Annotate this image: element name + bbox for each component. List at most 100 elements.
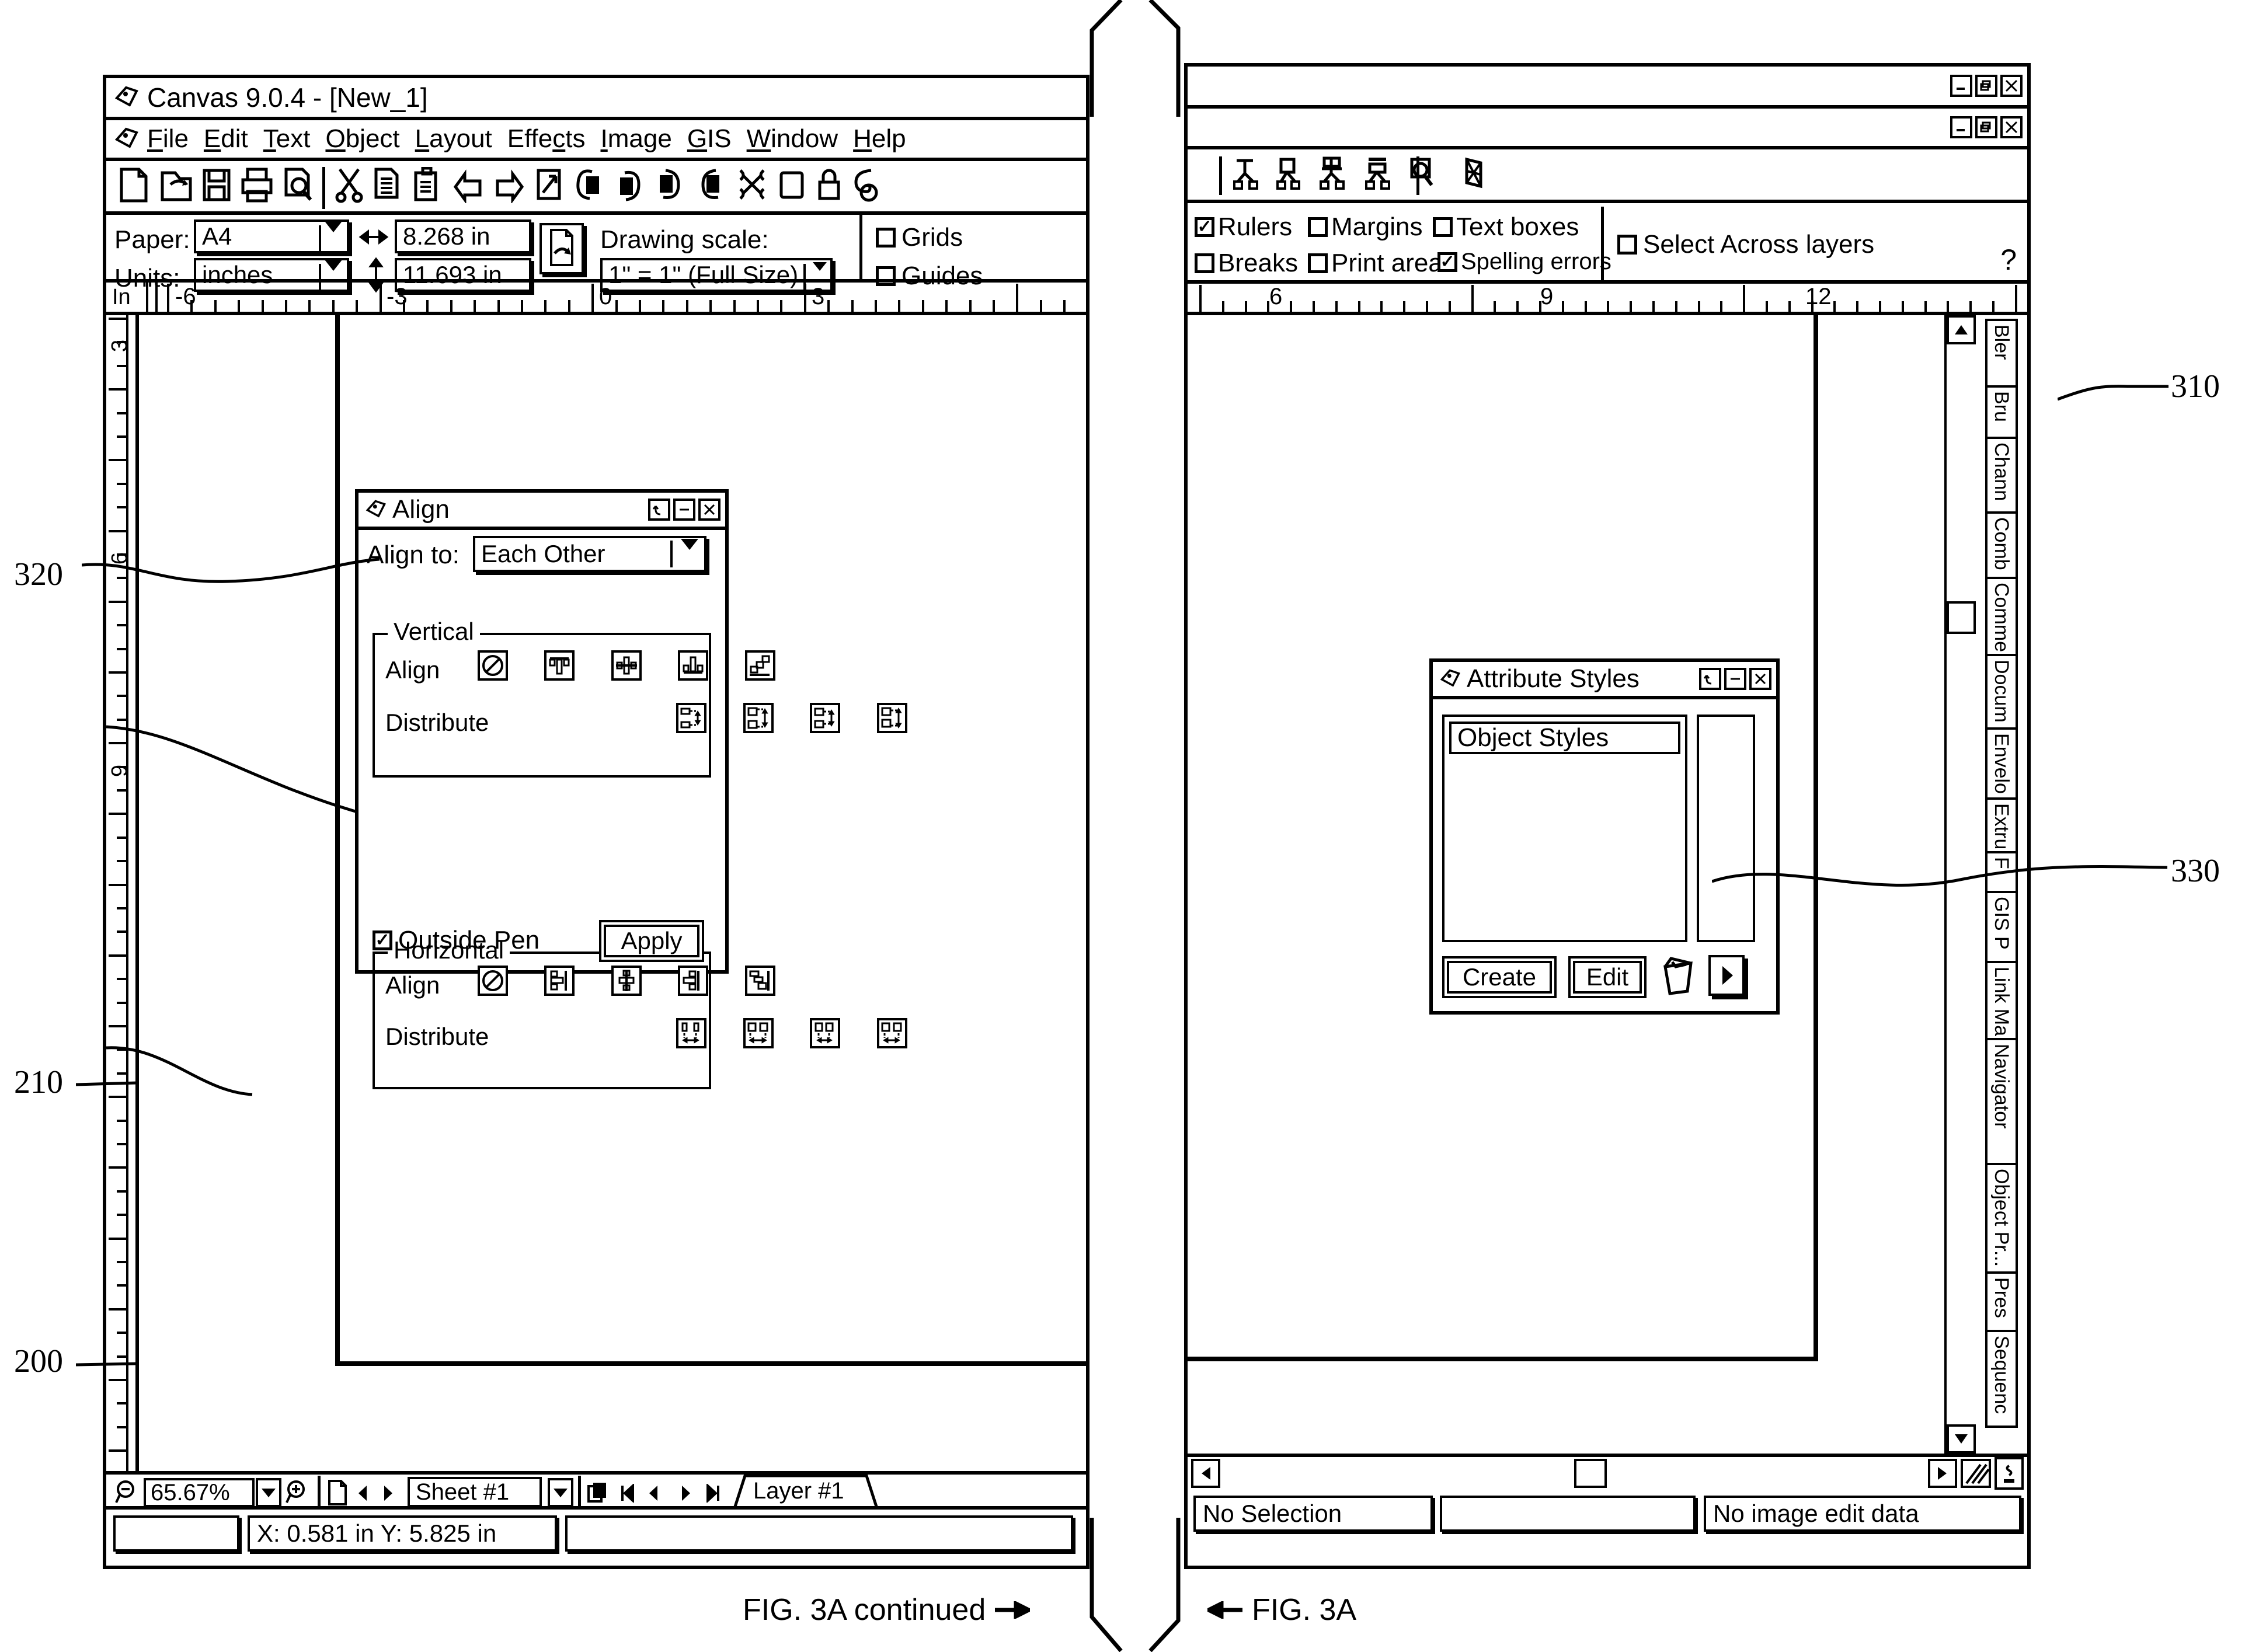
page-width-field[interactable]: 8.268 in (395, 219, 531, 253)
align-left-icon[interactable] (544, 966, 575, 996)
lock-object-icon[interactable] (654, 167, 687, 206)
menu-image[interactable]: Image (601, 124, 672, 154)
ungroup-icon[interactable] (613, 167, 646, 206)
gis-tool-1-icon[interactable] (1233, 156, 1263, 194)
close-icon[interactable] (698, 499, 720, 521)
textboxes-checkbox[interactable] (1433, 217, 1453, 237)
palette-tab-chann[interactable]: Chann (1985, 437, 2018, 514)
palette-tab-comme[interactable]: Comme (1985, 577, 2018, 656)
grids-checkbox-row[interactable]: Grids (876, 223, 963, 252)
distribute-v-3-icon[interactable] (810, 703, 841, 733)
palette-tab-sequenc[interactable]: Sequenc (1985, 1330, 2018, 1428)
textboxes-checkbox-row[interactable]: Text boxes (1433, 212, 1579, 242)
menu-file[interactable]: File (147, 124, 189, 154)
menu-edit[interactable]: Edit (204, 124, 248, 154)
align-right-icon[interactable] (678, 966, 709, 996)
align-stagger-h-icon[interactable] (744, 966, 775, 996)
restore-icon[interactable] (1975, 116, 1997, 138)
redo-icon[interactable] (493, 167, 525, 206)
horizontal-ruler[interactable]: In -6 -3 0 3 (106, 283, 1090, 315)
resize-grip-icon[interactable] (1961, 1459, 1991, 1488)
rectangle-icon[interactable] (777, 167, 807, 206)
sheet-name-field[interactable]: Sheet #1 (408, 1477, 542, 1507)
print-icon[interactable] (241, 167, 273, 206)
orientation-toggle-button[interactable] (539, 223, 584, 274)
align-none-icon[interactable] (478, 650, 508, 681)
menu-text[interactable]: Text (263, 124, 311, 154)
trash-icon[interactable] (1658, 954, 1697, 1001)
outside-pen-row[interactable]: ✓ Outside Pen (373, 926, 539, 955)
printarea-checkbox[interactable] (1308, 253, 1328, 273)
distribute-v-2-icon[interactable] (743, 703, 774, 733)
layer-next-button[interactable] (678, 1484, 692, 1505)
zoom-out-icon[interactable] (114, 1479, 140, 1508)
scroll-left-button[interactable] (1191, 1459, 1220, 1488)
distribute-v-4-icon[interactable] (876, 703, 907, 733)
edit-button[interactable]: Edit (1568, 956, 1647, 998)
chevron-down-icon[interactable] (681, 539, 698, 560)
menu-help[interactable]: Help (853, 124, 906, 154)
print-preview-icon[interactable] (281, 167, 314, 206)
rollup-icon[interactable] (648, 499, 670, 521)
minimize-icon[interactable] (1950, 75, 1972, 97)
zoom-value-field[interactable]: 65.67% (144, 1478, 255, 1507)
object-styles-list[interactable]: Object Styles (1442, 715, 1687, 942)
rulers-checkbox[interactable]: ✓ (1195, 217, 1214, 237)
lock-icon[interactable] (815, 167, 843, 206)
create-button[interactable]: Create (1442, 956, 1557, 998)
margins-checkbox-row[interactable]: Margins (1308, 212, 1423, 242)
distribute-h-2-icon[interactable] (743, 1018, 774, 1048)
help-button[interactable]: ? (2000, 243, 2017, 277)
lasso-icon[interactable] (851, 167, 884, 206)
gis-tool-3-icon[interactable] (1320, 156, 1352, 194)
hscroll-thumb[interactable] (1574, 1459, 1607, 1488)
menu-object[interactable]: Object (325, 124, 399, 154)
breaks-checkbox-row[interactable]: Breaks (1195, 249, 1298, 278)
distribute-h-4-icon[interactable] (876, 1018, 907, 1048)
distribute-h-1-icon[interactable] (676, 1018, 707, 1048)
save-disk-icon[interactable] (201, 167, 232, 206)
menu-layout[interactable]: Layout (415, 124, 492, 154)
palette-tab-bru[interactable]: Bru (1985, 385, 2018, 439)
scroll-thumb[interactable] (1947, 601, 1976, 634)
align-top-icon[interactable] (544, 650, 575, 681)
cut-scissors-icon[interactable] (334, 167, 364, 206)
link-icon[interactable] (534, 167, 564, 206)
menu-window[interactable]: Window (747, 124, 838, 154)
close-icon[interactable] (2000, 116, 2023, 138)
grids-checkbox[interactable] (876, 228, 896, 248)
zoom-dropdown-button[interactable] (256, 1478, 281, 1507)
align-none-icon[interactable] (478, 966, 508, 996)
palette-tab-pres[interactable]: Pres (1985, 1271, 2018, 1332)
paste-icon[interactable] (412, 166, 444, 206)
cube-icon[interactable] (1460, 156, 1490, 194)
layer-last-button[interactable] (705, 1483, 720, 1505)
minimize-icon[interactable] (1950, 116, 1972, 138)
align-stagger-v-icon[interactable] (744, 650, 775, 681)
minimize-icon[interactable] (1724, 668, 1746, 690)
restore-icon[interactable] (1975, 75, 1997, 97)
spelling-checkbox-row[interactable]: ✓ Spelling errors (1437, 249, 1611, 275)
distribute-h-3-icon[interactable] (810, 1018, 841, 1048)
sheet-dropdown-button[interactable] (548, 1478, 573, 1507)
align-to-select[interactable]: Each Other (473, 536, 706, 572)
select-across-layers-checkbox[interactable] (1617, 235, 1637, 255)
align-vcenter-icon[interactable] (611, 650, 642, 681)
align-hcenter-icon[interactable] (611, 966, 642, 996)
palette-tab-docum[interactable]: Docum (1985, 654, 2018, 730)
select-across-layers-row[interactable]: Select Across layers (1617, 230, 1874, 259)
scroll-right-button[interactable] (1928, 1459, 1957, 1488)
printarea-checkbox-row[interactable]: Print area (1308, 249, 1443, 278)
gis-tool-5-icon[interactable] (1408, 156, 1439, 194)
open-folder-icon[interactable] (159, 167, 193, 206)
spelling-checkbox[interactable]: ✓ (1437, 252, 1457, 272)
palette-tab-comb[interactable]: Comb (1985, 511, 2018, 579)
minimize-icon[interactable] (673, 499, 695, 521)
outside-pen-checkbox[interactable]: ✓ (373, 930, 392, 950)
scroll-down-button[interactable] (1947, 1424, 1976, 1454)
layer-first-button[interactable] (620, 1483, 635, 1505)
gis-tool-2-icon[interactable] (1276, 156, 1307, 194)
palette-tab-object-pr[interactable]: Object Pr... (1985, 1163, 2018, 1274)
zoom-in-icon[interactable] (285, 1479, 311, 1508)
object-styles-list-header[interactable]: Object Styles (1449, 722, 1680, 754)
